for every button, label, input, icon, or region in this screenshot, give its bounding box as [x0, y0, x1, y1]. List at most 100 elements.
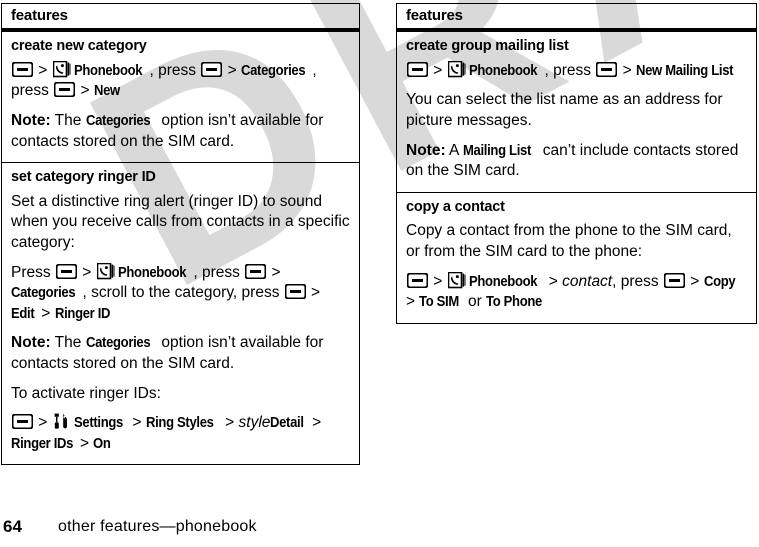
menu-key-icon [596, 61, 618, 77]
feature-title: set category ringer ID [11, 169, 156, 186]
menu-key-icon [55, 263, 77, 279]
feature-row: create new category > Phonebook , press >… [2, 32, 359, 164]
path-separator: > [77, 263, 96, 281]
menu-option-label: On [93, 435, 111, 452]
path-separator: > [34, 414, 52, 432]
menu-key-icon [245, 263, 267, 279]
phonebook-icon [447, 60, 466, 78]
path-separator: > [37, 304, 55, 322]
path-separator: > [80, 434, 94, 452]
menu-option-label: New Mailing List [635, 62, 734, 79]
path-separator: > [544, 272, 563, 290]
table-header-features-right: features [397, 4, 756, 32]
body-text: The [50, 334, 86, 352]
menu-option-label: Ring Styles [145, 415, 214, 432]
feature-title: create group mailing list [406, 38, 569, 54]
left-column: features create new category > Phonebook… [1, 3, 360, 466]
phonebook-icon [447, 271, 466, 289]
note-paragraph: Note: A Mailing List can’t include conta… [406, 141, 747, 182]
menu-option-label: Settings [73, 415, 123, 432]
feature-row: create group mailing list > Phonebook , p… [397, 32, 756, 193]
body-text: , press [544, 61, 596, 79]
path-separator: > [220, 414, 239, 432]
note-label: Note: [11, 111, 51, 129]
instruction-step-path: > Settings > Ring Styles > style Detail … [11, 413, 350, 454]
menu-option-label: Phonebook [468, 62, 538, 79]
page-footer: 64 other features—phonebook [0, 517, 759, 541]
feature-row: set category ringer ID Set a distinctive … [2, 163, 359, 464]
body-text: You can select the list name as an addre… [406, 91, 723, 129]
body-paragraph: Set a distinctive ring alert (ringer ID)… [11, 192, 350, 254]
menu-option-label: Copy [703, 273, 736, 290]
path-separator: > [76, 82, 94, 100]
menu-option-label: Phonebook [468, 273, 538, 290]
body-text: , press [149, 61, 201, 79]
feature-title: create new category [11, 38, 147, 54]
menu-option-label: Categories [240, 62, 306, 79]
menu-option-label: Ringer IDs [11, 435, 74, 452]
path-separator: > [429, 61, 447, 79]
footer-section-title: other features—phonebook [58, 518, 257, 535]
placeholder-term: style [238, 414, 271, 432]
body-text: , scroll to the category, press [82, 284, 284, 302]
path-separator: > [429, 272, 447, 290]
features-table-right: features create group mailing list > Pho… [396, 3, 757, 324]
feature-title: copy a contact [406, 198, 505, 215]
menu-option-label: Detail [270, 415, 305, 432]
right-column: features create group mailing list > Pho… [396, 3, 757, 324]
body-text: Set a distinctive ring alert (ringer ID)… [11, 192, 350, 251]
instruction-step-path: Press > Phonebook , press > Categories , s… [11, 262, 350, 325]
note-label: Note: [11, 334, 51, 352]
menu-option-label: Categories [85, 335, 151, 352]
menu-option-label: Ringer ID [54, 305, 110, 322]
path-separator: > [406, 293, 420, 311]
body-text: or [463, 293, 487, 311]
body-text: Copy a contact from the phone to the SIM… [406, 222, 732, 260]
page-number: 64 [3, 517, 22, 536]
menu-key-icon [12, 61, 33, 77]
phonebook-icon [96, 262, 115, 280]
path-separator: > [34, 61, 52, 79]
path-separator: > [618, 61, 636, 79]
body-text: , press [193, 263, 245, 281]
features-table-left: features create new category > Phonebook… [1, 3, 360, 466]
menu-key-icon [407, 272, 428, 288]
menu-option-label: Mailing List [462, 142, 531, 159]
note-label: Note: [406, 141, 446, 159]
instruction-step-path: > Phonebook , press > New Mailing List [406, 60, 747, 82]
body-text: Press [11, 263, 55, 281]
body-text: , press [612, 272, 663, 290]
phonebook-icon [52, 60, 71, 78]
table-body-right: create group mailing list > Phonebook , p… [397, 32, 756, 323]
menu-key-icon [201, 61, 223, 77]
menu-option-label: Phonebook [73, 62, 143, 79]
manual-page: features create new category > Phonebook… [0, 0, 759, 547]
path-separator: > [685, 272, 704, 290]
menu-key-icon [284, 284, 306, 300]
menu-option-label: Phonebook [117, 264, 187, 281]
path-separator: > [307, 414, 322, 432]
table-header-features-left: features [2, 4, 359, 32]
body-text: A [445, 141, 463, 159]
body-paragraph: You can select the list name as an addre… [406, 90, 747, 131]
body-text: To activate ringer IDs: [11, 384, 161, 402]
menu-key-icon [663, 272, 685, 288]
menu-option-label: Categories [85, 112, 151, 129]
menu-option-label: New [93, 83, 120, 100]
path-separator: > [267, 263, 281, 281]
menu-key-icon [54, 82, 76, 98]
menu-key-icon [407, 61, 428, 77]
settings-tools-icon [53, 413, 71, 430]
placeholder-term: contact [562, 272, 613, 290]
instruction-step-path: > Phonebook > contact, press > Copy > To… [406, 271, 747, 313]
table-body-left: create new category > Phonebook , press >… [2, 32, 359, 464]
menu-option-label: To SIM [419, 294, 460, 311]
body-text: The [50, 111, 86, 129]
body-paragraph: Copy a contact from the phone to the SIM… [406, 221, 747, 262]
menu-option-label: To Phone [486, 294, 543, 311]
instruction-step-path: > Phonebook, press > Categories, press >… [11, 60, 350, 102]
path-separator: > [223, 61, 241, 79]
menu-option-label: Edit [11, 305, 35, 322]
menu-key-icon [12, 414, 33, 430]
note-paragraph: Note: The Categories option isn’t availa… [11, 111, 350, 152]
